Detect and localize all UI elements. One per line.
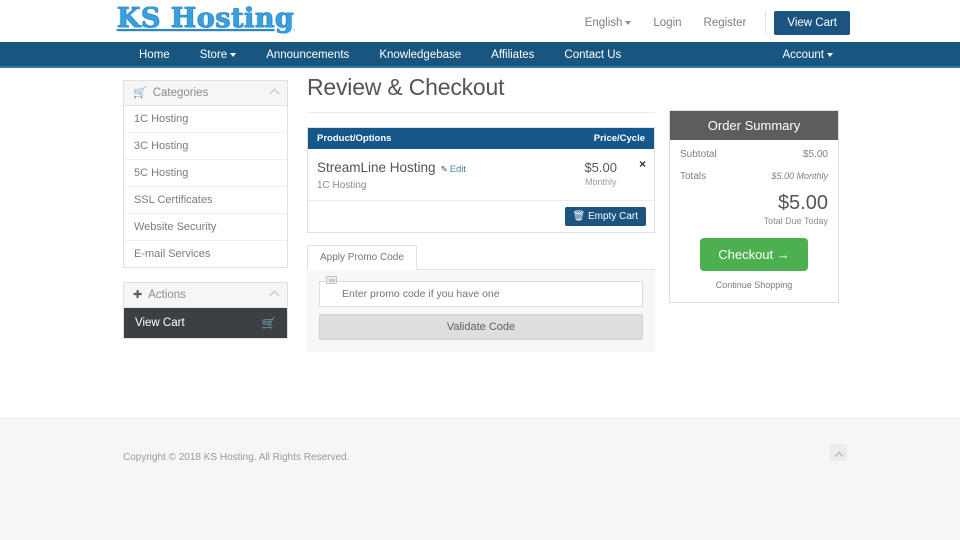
sidebar-item-email-services[interactable]: E-mail Services [124, 241, 287, 267]
actions-title: Actions [148, 289, 186, 301]
totals-label: Totals [680, 171, 707, 182]
sidebar-item-ssl-certificates[interactable]: SSL Certificates [124, 187, 287, 214]
table-row: StreamLine Hosting ✎ Edit 1C Hosting $5.00… [308, 149, 654, 201]
subtotal-value: $5.00 [802, 149, 828, 160]
empty-cart-button[interactable]: 🗑 Empty Cart [564, 207, 646, 226]
column-header-product: Product/Options [317, 133, 392, 144]
checkout-label: Checkout [718, 247, 774, 262]
cart-product-cell: StreamLine Hosting ✎ Edit 1C Hosting [317, 159, 584, 191]
nav-item-contact-us[interactable]: Contact Us [549, 42, 636, 68]
nav-item-announcements[interactable]: Announcements [251, 42, 364, 68]
promo-code-section: Apply Promo Code Validate Code [307, 245, 655, 352]
total-amount: $5.00 [777, 192, 828, 214]
pencil-icon: ✎ [440, 164, 448, 174]
language-label: English [584, 17, 623, 29]
site-header: KS Hosting English Login Register View C… [0, 0, 960, 42]
register-link[interactable]: Register [693, 17, 758, 29]
nav-label: Account [782, 49, 824, 61]
totals-value: $5.00 Monthly [771, 171, 828, 181]
summary-row-totals: Totals $5.00 Monthly [680, 171, 828, 182]
sidebar-item-view-cart[interactable]: View Cart 🛒 [124, 308, 287, 338]
sidebar-item-3c-hosting[interactable]: 3C Hosting [124, 133, 287, 160]
subtotal-label: Subtotal [680, 149, 717, 160]
shopping-cart-icon: 🛒 [133, 86, 147, 99]
main-navigation: Home Store Announcements Knowledgebase A… [0, 42, 960, 68]
cart-table-header: Product/Options Price/Cycle [308, 128, 654, 149]
site-footer: Copyright © 2018 KS Hosting. All Rights … [0, 418, 960, 540]
header-utility-nav: English Login Register View Cart [574, 11, 850, 35]
remove-item-button[interactable]: × [639, 158, 646, 170]
nav-label: Knowledgebase [379, 49, 462, 61]
plus-icon: ✚ [133, 288, 143, 301]
site-logo[interactable]: KS Hosting [117, 3, 294, 35]
cart-table-footer: 🗑 Empty Cart [308, 201, 654, 232]
nav-item-home[interactable]: Home [124, 42, 185, 68]
promo-body: Validate Code [307, 270, 655, 352]
total-due-label: Total Due Today [763, 216, 828, 226]
promo-code-input[interactable] [319, 281, 643, 307]
nav-item-account[interactable]: Account [767, 42, 848, 68]
page-body: 🛒 Categories 1C Hosting 3C Hosting 5C Ho… [0, 68, 960, 420]
tab-apply-promo-code[interactable]: Apply Promo Code [307, 245, 417, 270]
trash-icon: 🗑 [572, 211, 586, 222]
scroll-to-top-button[interactable] [830, 444, 847, 461]
nav-label: Affiliates [491, 49, 535, 61]
continue-shopping-link[interactable]: Continue Shopping [680, 280, 828, 290]
nav-left-group: Home Store Announcements Knowledgebase A… [124, 42, 636, 68]
copyright-text: Copyright © 2018 KS Hosting. All Rights … [123, 452, 350, 463]
checkout-button[interactable]: Checkout → [700, 238, 808, 271]
empty-cart-label: Empty Cart [587, 211, 638, 222]
sidebar-item-label: View Cart [135, 317, 185, 329]
total-due-block: $5.00 Total Due Today [680, 193, 828, 226]
chevron-down-icon [230, 52, 237, 57]
order-summary-panel: Order Summary Subtotal $5.00 Totals $5.0… [669, 110, 839, 303]
main-content: Review & Checkout Product/Options Price/… [307, 74, 655, 352]
chevron-up-icon [834, 451, 843, 460]
nav-item-affiliates[interactable]: Affiliates [476, 42, 549, 68]
nav-label: Store [199, 49, 228, 61]
login-link[interactable]: Login [642, 17, 692, 29]
chevron-up-icon[interactable] [269, 290, 280, 301]
nav-right-group: Account [767, 42, 848, 68]
product-name: StreamLine Hosting [317, 160, 436, 175]
nav-item-knowledgebase[interactable]: Knowledgebase [364, 42, 476, 68]
cart-table: Product/Options Price/Cycle StreamLine H… [307, 127, 655, 233]
column-header-price: Price/Cycle [593, 133, 645, 144]
nav-label: Announcements [266, 49, 350, 61]
sidebar: 🛒 Categories 1C Hosting 3C Hosting 5C Ho… [123, 80, 288, 353]
actions-panel: ✚ Actions View Cart 🛒 [123, 282, 288, 339]
chevron-down-icon [827, 52, 833, 57]
sidebar-item-1c-hosting[interactable]: 1C Hosting [124, 106, 287, 133]
product-billing-cycle: Monthly [584, 177, 617, 187]
shopping-cart-icon: 🛒 [261, 318, 276, 330]
validate-code-button[interactable]: Validate Code [319, 314, 643, 340]
cart-price-cell: $5.00 Monthly [584, 159, 645, 191]
sidebar-item-5c-hosting[interactable]: 5C Hosting [124, 160, 287, 187]
chevron-down-icon [625, 20, 632, 25]
divider [765, 12, 767, 34]
nav-label: Home [139, 49, 170, 61]
categories-panel: 🛒 Categories 1C Hosting 3C Hosting 5C Ho… [123, 80, 288, 268]
promo-tabs: Apply Promo Code [307, 245, 655, 270]
categories-title: Categories [152, 87, 209, 99]
language-selector[interactable]: English [574, 17, 643, 29]
edit-label: Edit [449, 164, 467, 175]
ticket-icon [326, 276, 337, 284]
actions-panel-header[interactable]: ✚ Actions [124, 283, 287, 308]
page-title: Review & Checkout [307, 74, 655, 113]
order-summary-title: Order Summary [670, 111, 838, 140]
summary-row-subtotal: Subtotal $5.00 [680, 149, 828, 160]
nav-label: Contact Us [564, 49, 622, 61]
product-subtitle: 1C Hosting [317, 180, 367, 191]
order-summary-body: Subtotal $5.00 Totals $5.00 Monthly $5.0… [670, 140, 838, 302]
sidebar-item-website-security[interactable]: Website Security [124, 214, 287, 241]
view-cart-button[interactable]: View Cart [774, 11, 850, 35]
arrow-right-icon: → [776, 247, 790, 262]
nav-item-store[interactable]: Store [185, 42, 252, 68]
edit-product-link[interactable]: ✎ Edit [441, 164, 467, 175]
categories-panel-header[interactable]: 🛒 Categories [124, 81, 287, 106]
product-price: $5.00 [584, 160, 617, 175]
chevron-up-icon[interactable] [269, 88, 280, 99]
